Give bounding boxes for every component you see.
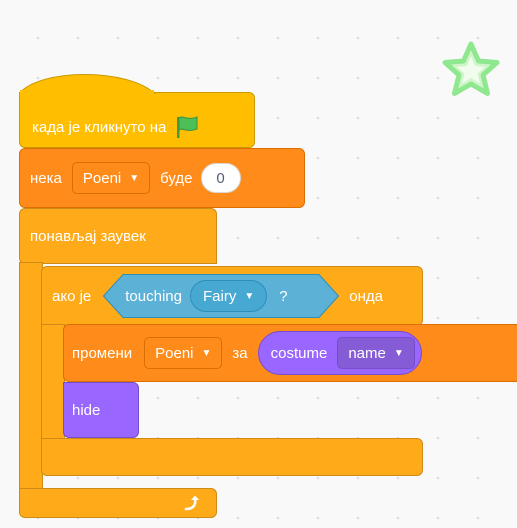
touching-label: touching <box>125 287 182 305</box>
set-variable-label: нека <box>30 169 62 187</box>
if-then-block-arm <box>41 324 65 442</box>
then-label: онда <box>349 287 383 305</box>
dropdown-arrow-icon: ▼ <box>393 347 404 359</box>
change-variable-block[interactable]: промени Poeni ▼ за costume name ▼ <box>63 324 517 382</box>
loop-arrow-icon <box>184 495 199 511</box>
if-label: ако је <box>52 287 92 305</box>
forever-block-arm <box>19 262 43 492</box>
forever-label: понављај заувек <box>30 227 146 245</box>
set-variable-to-label: буде <box>160 169 193 187</box>
change-by-label: за <box>232 344 248 362</box>
dropdown-arrow-icon: ▼ <box>129 172 140 184</box>
star-icon <box>442 41 500 96</box>
change-label: промени <box>72 344 133 362</box>
hide-label: hide <box>72 401 101 419</box>
if-then-block-bottom <box>41 438 423 476</box>
costume-field-value: name <box>348 344 386 362</box>
change-variable-value: Poeni <box>155 344 194 362</box>
hat-block-cap <box>19 74 156 94</box>
set-variable-block[interactable]: нека Poeni ▼ буде 0 <box>19 148 305 208</box>
costume-reporter-block[interactable]: costume name ▼ <box>257 331 422 375</box>
touching-condition-block[interactable]: touching Fairy ▼ ? <box>103 274 340 318</box>
dropdown-arrow-icon: ▼ <box>201 347 212 359</box>
dropdown-arrow-icon: ▼ <box>244 290 255 302</box>
forever-block-bottom <box>19 488 217 518</box>
touching-question-mark: ? <box>279 287 288 305</box>
costume-field-dropdown[interactable]: name ▼ <box>337 337 415 369</box>
variable-dropdown[interactable]: Poeni ▼ <box>71 162 151 194</box>
when-flag-clicked-block[interactable]: када је кликнуто на <box>19 92 255 148</box>
touching-target-dropdown[interactable]: Fairy ▼ <box>189 280 268 312</box>
forever-block[interactable]: понављај заувек <box>19 208 217 264</box>
hide-block[interactable]: hide <box>63 382 139 438</box>
green-flag-icon <box>177 116 198 138</box>
if-then-block[interactable]: ако је touching Fairy ▼ ? онда <box>41 266 423 326</box>
set-variable-value-input[interactable]: 0 <box>200 163 241 193</box>
variable-dropdown-value: Poeni <box>82 169 122 187</box>
change-variable-dropdown[interactable]: Poeni ▼ <box>144 337 223 369</box>
touching-target-value: Fairy <box>202 287 237 305</box>
script-workspace[interactable]: када је кликнуто на нека Poeni ▼ буде 0 … <box>0 0 517 528</box>
when-flag-clicked-label: када је кликнуто на <box>32 118 167 136</box>
costume-label: costume <box>270 344 328 362</box>
